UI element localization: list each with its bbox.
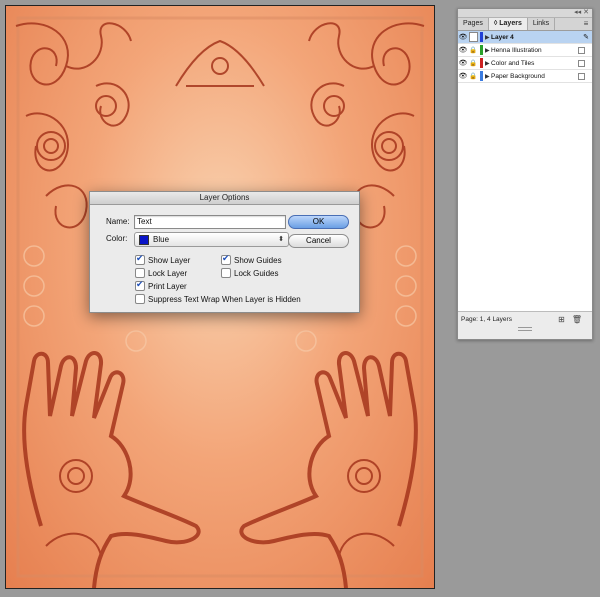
checkbox-label: Show Guides [234, 255, 282, 265]
layer-color-chip [480, 71, 483, 81]
show-guides-checkbox[interactable]: Show Guides [221, 253, 282, 265]
selection-square-icon[interactable] [578, 72, 585, 80]
panel-menu-icon[interactable]: ≡ [580, 18, 592, 30]
lock-icon[interactable]: 🔒 [468, 58, 478, 68]
checkbox-box[interactable] [221, 268, 231, 278]
checkbox-label: Print Layer [148, 281, 187, 291]
selection-square-icon[interactable] [578, 46, 585, 54]
selection-square-icon[interactable] [578, 59, 585, 67]
lock-guides-checkbox[interactable]: Lock Guides [221, 268, 278, 278]
checkbox-box[interactable] [135, 253, 145, 265]
checkbox-label: Lock Guides [234, 268, 279, 278]
layer-name: Color and Tiles [491, 59, 535, 67]
panel-titlebar[interactable]: ◂◂ ✕ [458, 9, 592, 18]
color-swatch [139, 234, 149, 245]
tab-links[interactable]: Links [528, 18, 556, 30]
checkbox-box[interactable] [135, 279, 145, 291]
visibility-eye-icon[interactable]: 👁 [458, 72, 468, 80]
new-layer-icon[interactable]: ⊞ [558, 315, 565, 324]
layer-name: Paper Background [491, 72, 545, 80]
layer-row-henna-illustration[interactable]: 👁 🔒 ▶ Henna Illustration [458, 44, 592, 57]
layer-name: Layer 4 [491, 33, 514, 41]
visibility-eye-icon[interactable]: 👁 [458, 59, 468, 67]
trash-icon[interactable]: 🗑 [572, 315, 582, 324]
checkbox-label: Suppress Text Wrap When Layer is Hidden [148, 294, 301, 304]
print-layer-checkbox[interactable]: Print Layer [135, 279, 187, 291]
tab-layers[interactable]: ◊ Layers [488, 18, 528, 30]
layer-color-chip [480, 58, 483, 68]
color-value: Blue [153, 235, 170, 244]
checkbox-box[interactable] [135, 268, 145, 278]
checkbox-box[interactable] [221, 253, 231, 265]
checkbox-label: Show Layer [148, 255, 191, 265]
checkbox-box[interactable] [135, 294, 145, 304]
name-label: Name: [106, 217, 130, 226]
suppress-text-wrap-checkbox[interactable]: Suppress Text Wrap When Layer is Hidden [135, 294, 301, 304]
layers-list: 👁 ▶ Layer 4 ✎ 👁 🔒 ▶ Henna Illustration 👁… [458, 31, 592, 312]
layer-row-paper-background[interactable]: 👁 🔒 ▶ Paper Background [458, 70, 592, 83]
ok-button[interactable]: OK [288, 215, 349, 229]
panel-tabs: Pages ◊ Layers Links ≡ [458, 18, 592, 31]
updown-arrow-icon: ⬍ [278, 236, 284, 243]
checkbox-label: Lock Layer [148, 268, 188, 278]
layer-color-chip [480, 45, 483, 55]
show-layer-checkbox[interactable]: Show Layer [135, 253, 191, 265]
dialog-title[interactable]: Layer Options [90, 192, 359, 205]
layer-row-layer-4[interactable]: 👁 ▶ Layer 4 ✎ [458, 31, 592, 44]
lock-icon[interactable]: 🔒 [468, 45, 478, 55]
name-field[interactable]: Text [134, 215, 286, 229]
visibility-eye-icon[interactable]: 👁 [458, 33, 468, 41]
lock-layer-checkbox[interactable]: Lock Layer [135, 268, 187, 278]
color-label: Color: [106, 234, 128, 243]
lock-icon[interactable]: 🔒 [468, 71, 478, 81]
layer-row-color-and-tiles[interactable]: 👁 🔒 ▶ Color and Tiles [458, 57, 592, 70]
close-panel-icon[interactable]: ✕ [583, 9, 589, 17]
pen-icon: ✎ [583, 34, 589, 41]
collapse-panel-icon[interactable]: ◂◂ [574, 9, 581, 17]
layer-options-dialog: Layer Options Name: Text Color: Blue ⬍ O… [89, 191, 360, 313]
layers-panel: ◂◂ ✕ Pages ◊ Layers Links ≡ 👁 ▶ Layer 4 … [457, 8, 593, 340]
visibility-eye-icon[interactable]: 👁 [458, 46, 468, 54]
color-dropdown[interactable]: Blue ⬍ [134, 232, 289, 247]
layer-color-chip [480, 32, 483, 42]
panel-footer: Page: 1, 4 Layers ⊞ 🗑 [458, 312, 592, 326]
cancel-button[interactable]: Cancel [288, 234, 349, 248]
lock-toggle[interactable] [468, 32, 478, 42]
tab-pages[interactable]: Pages [458, 18, 489, 30]
layers-status-text: Page: 1, 4 Layers [461, 315, 512, 323]
resize-grip-icon[interactable] [458, 326, 592, 331]
layer-name: Henna Illustration [491, 46, 542, 54]
